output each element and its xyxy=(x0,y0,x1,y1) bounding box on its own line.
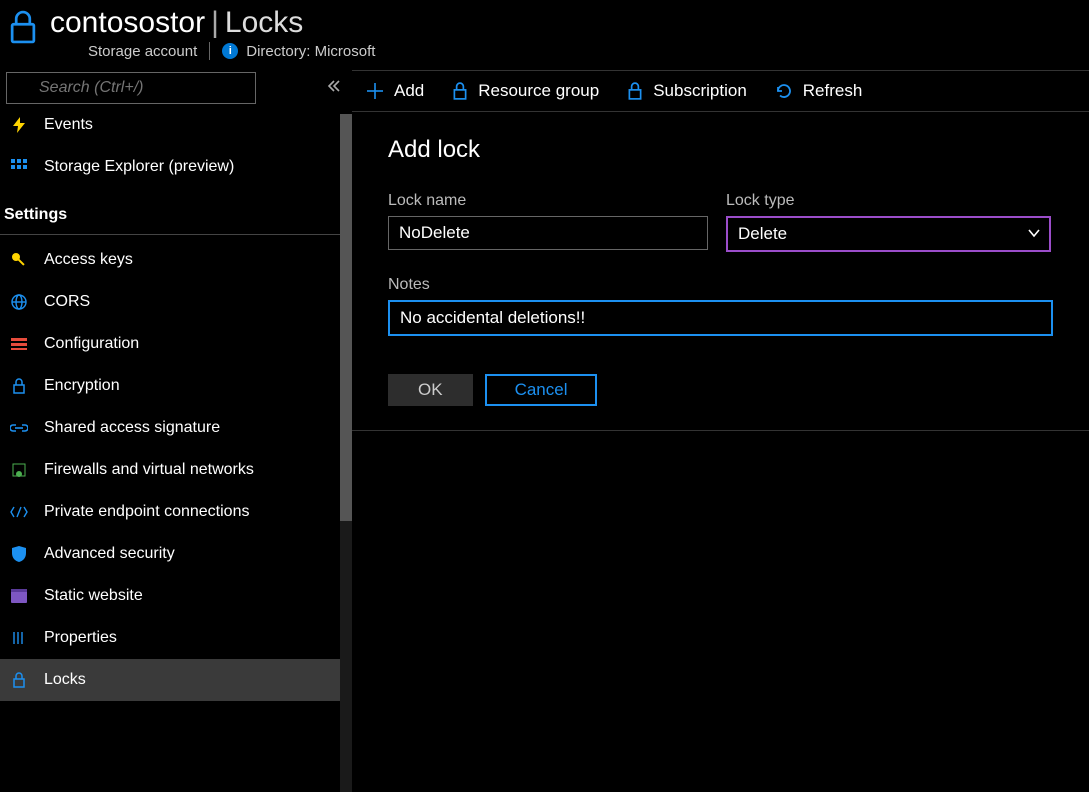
page-header: contosostor | Locks Storage account i Di… xyxy=(0,0,1089,70)
key-icon xyxy=(8,252,30,268)
collapse-sidebar-button[interactable] xyxy=(322,74,346,103)
refresh-icon xyxy=(775,82,793,100)
sidebar-item-properties[interactable]: Properties xyxy=(0,617,352,659)
scrollbar-track[interactable] xyxy=(340,114,352,792)
resource-group-button[interactable]: Resource group xyxy=(452,81,599,101)
lock-icon xyxy=(627,82,643,100)
endpoint-icon xyxy=(8,505,30,519)
sidebar-item-sas[interactable]: Shared access signature xyxy=(0,407,352,449)
sidebar-item-static-website[interactable]: Static website xyxy=(0,575,352,617)
resource-type-label: Storage account xyxy=(88,43,197,60)
subscription-button[interactable]: Subscription xyxy=(627,81,747,101)
divider xyxy=(209,42,210,60)
toolbar-label: Resource group xyxy=(478,81,599,101)
sidebar-item-firewalls[interactable]: Firewalls and virtual networks xyxy=(0,449,352,491)
sidebar-item-label: Shared access signature xyxy=(44,419,220,437)
add-button[interactable]: Add xyxy=(366,81,424,101)
breadcrumb-page: Locks xyxy=(225,6,303,40)
sidebar-item-advanced-security[interactable]: Advanced security xyxy=(0,533,352,575)
firewall-icon xyxy=(8,462,30,478)
lock-icon xyxy=(8,672,30,688)
notes-label: Notes xyxy=(388,276,1053,294)
sidebar-item-label: Encryption xyxy=(44,377,120,395)
lock-name-label: Lock name xyxy=(388,192,708,210)
directory-label: Directory: Microsoft xyxy=(246,43,375,60)
resource-name: contosostor xyxy=(50,6,205,40)
sidebar-item-storage-explorer[interactable]: Storage Explorer (preview) xyxy=(0,146,352,188)
sidebar: Events Storage Explorer (preview) Settin… xyxy=(0,70,352,792)
grid-icon xyxy=(8,159,30,175)
bolt-icon xyxy=(8,117,30,133)
toolbar-label: Refresh xyxy=(803,81,863,101)
add-lock-panel: Add lock Lock name Lock type Delete xyxy=(352,112,1089,431)
cancel-button[interactable]: Cancel xyxy=(485,374,598,406)
lock-type-select[interactable]: Delete xyxy=(726,216,1051,252)
sidebar-nav: Events Storage Explorer (preview) Settin… xyxy=(0,114,352,792)
plus-icon xyxy=(366,82,384,100)
bars-icon xyxy=(8,338,30,350)
properties-icon xyxy=(8,630,30,646)
main-content: Add Resource group Subscription Refresh xyxy=(352,70,1089,792)
sidebar-item-label: Storage Explorer (preview) xyxy=(44,158,234,176)
sidebar-item-access-keys[interactable]: Access keys xyxy=(0,239,352,281)
sidebar-item-label: Firewalls and virtual networks xyxy=(44,461,254,479)
ok-button[interactable]: OK xyxy=(388,374,473,406)
info-icon[interactable]: i xyxy=(222,43,238,59)
page-title: contosostor | Locks xyxy=(50,6,375,40)
sidebar-item-label: Static website xyxy=(44,587,143,605)
refresh-button[interactable]: Refresh xyxy=(775,81,863,101)
command-bar: Add Resource group Subscription Refresh xyxy=(352,71,1089,112)
sidebar-section-settings: Settings xyxy=(0,188,352,235)
lock-icon xyxy=(8,378,30,394)
lock-icon xyxy=(452,82,468,100)
sidebar-item-label: Configuration xyxy=(44,335,139,353)
lock-name-input[interactable] xyxy=(388,216,708,250)
sidebar-item-label: Events xyxy=(44,116,93,134)
search-input[interactable] xyxy=(6,72,256,104)
sidebar-item-encryption[interactable]: Encryption xyxy=(0,365,352,407)
sidebar-item-label: Properties xyxy=(44,629,117,647)
sidebar-item-locks[interactable]: Locks xyxy=(0,659,352,701)
scrollbar-thumb[interactable] xyxy=(340,114,352,521)
sidebar-item-private-endpoint[interactable]: Private endpoint connections xyxy=(0,491,352,533)
lock-type-label: Lock type xyxy=(726,192,1051,210)
sidebar-item-cors[interactable]: CORS xyxy=(0,281,352,323)
panel-title: Add lock xyxy=(388,136,1053,164)
website-icon xyxy=(8,589,30,603)
shield-icon xyxy=(8,546,30,562)
toolbar-label: Subscription xyxy=(653,81,747,101)
toolbar-label: Add xyxy=(394,81,424,101)
sidebar-item-configuration[interactable]: Configuration xyxy=(0,323,352,365)
sidebar-item-label: CORS xyxy=(44,293,90,311)
notes-input[interactable] xyxy=(388,300,1053,336)
link-icon xyxy=(8,422,30,434)
lock-icon xyxy=(6,8,40,51)
sidebar-item-label: Advanced security xyxy=(44,545,175,563)
globe-icon xyxy=(8,294,30,310)
sidebar-item-label: Access keys xyxy=(44,251,133,269)
sidebar-item-label: Private endpoint connections xyxy=(44,503,249,521)
title-separator: | xyxy=(211,6,219,40)
sidebar-item-events[interactable]: Events xyxy=(0,114,352,146)
sidebar-item-label: Locks xyxy=(44,671,86,689)
